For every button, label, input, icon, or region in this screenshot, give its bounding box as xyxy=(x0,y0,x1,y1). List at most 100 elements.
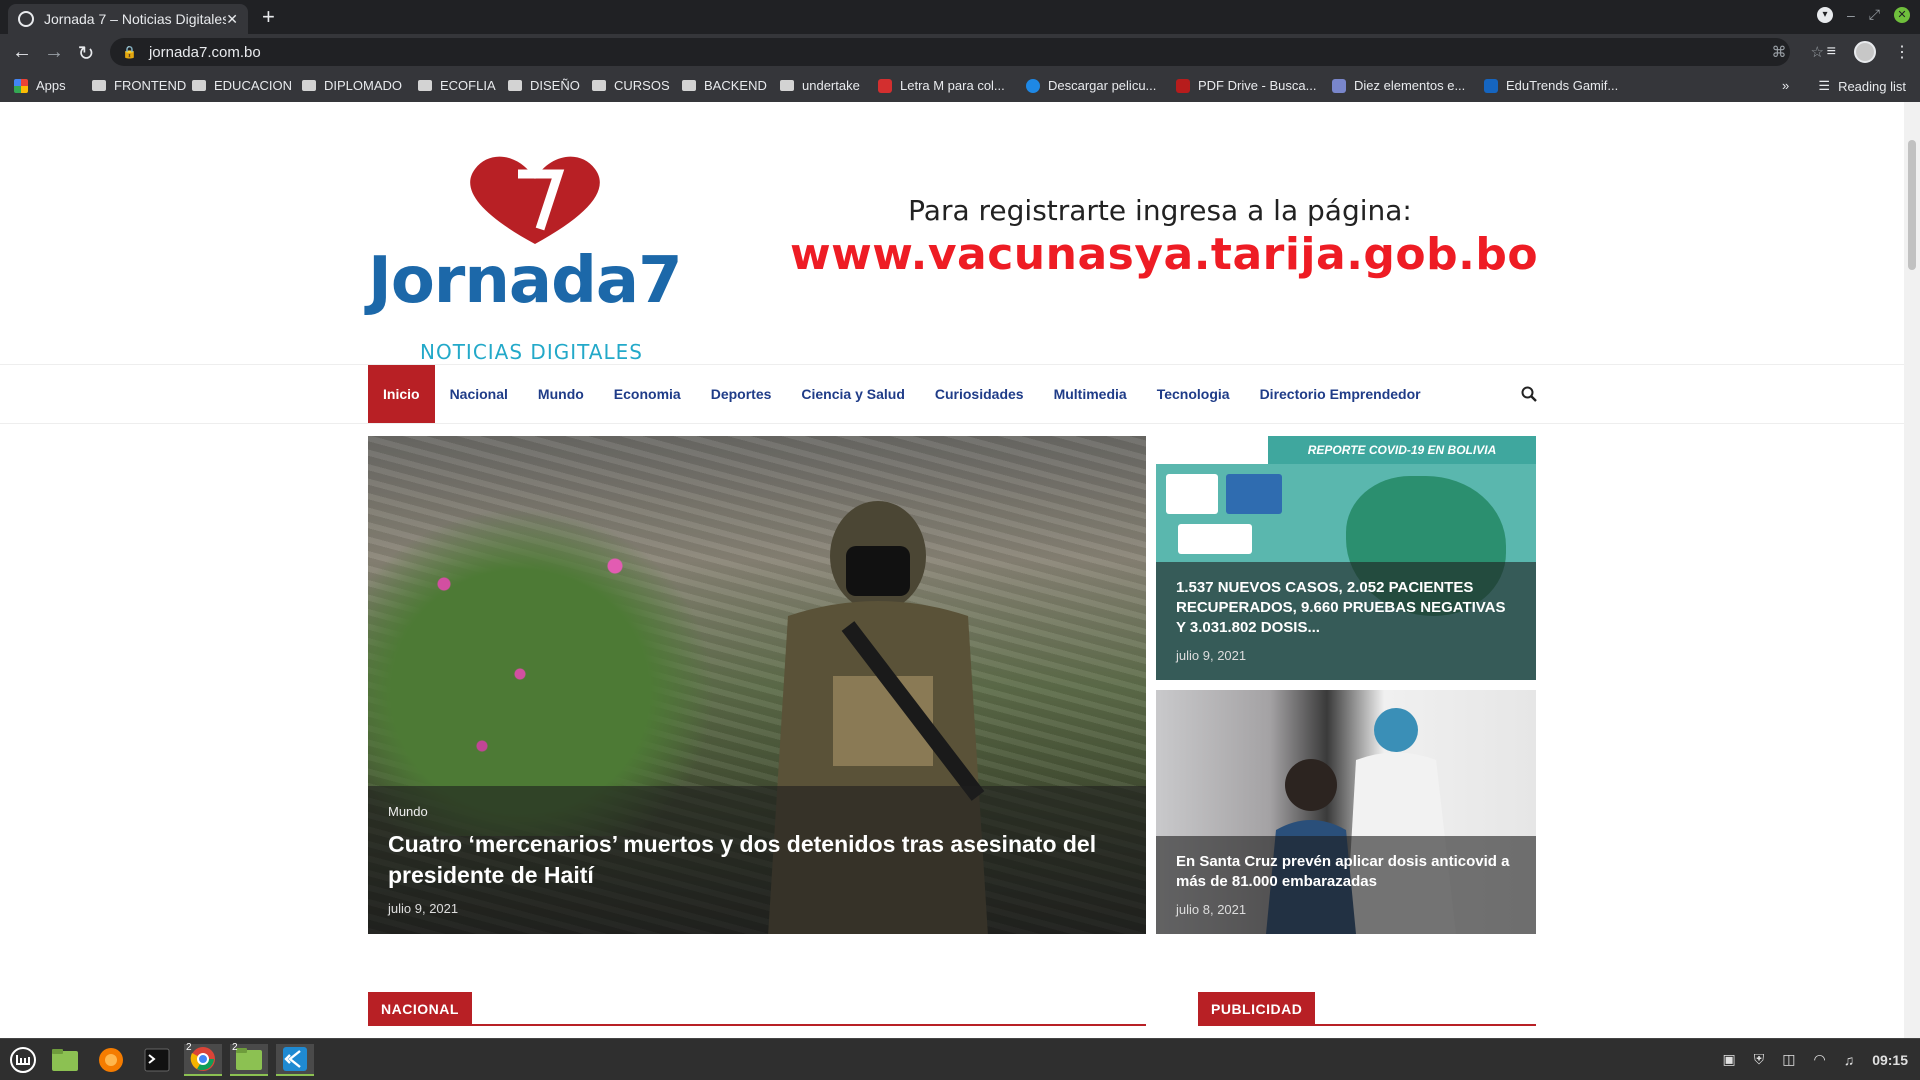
nav-item-inicio[interactable]: Inicio xyxy=(368,365,435,423)
bookmark-folder[interactable]: BACKEND xyxy=(682,78,767,93)
address-bar[interactable]: 🔒 jornada7.com.bo xyxy=(110,38,1790,66)
nav-item-nacional[interactable]: Nacional xyxy=(435,365,523,423)
bookmarks-bar: Apps FRONTEND EDUCACION DIPLOMADO ECOFLI… xyxy=(0,70,1920,102)
search-icon[interactable] xyxy=(1520,385,1538,403)
site-icon xyxy=(1332,78,1346,93)
clipboard-icon[interactable]: ▣ xyxy=(1723,1051,1736,1068)
nav-item-ciencia-y-salud[interactable]: Ciencia y Salud xyxy=(786,365,919,423)
bookmark-site[interactable]: Letra M para col... xyxy=(878,78,1005,93)
tab-title: Jornada 7 – Noticias Digitales xyxy=(44,11,227,27)
browser-tab-strip: Jornada 7 – Noticias Digitales ✕ + ▾ – ⤢… xyxy=(0,0,1920,34)
reading-list-icon: ☰ xyxy=(1818,78,1831,93)
featured-article-side[interactable]: REPORTE COVID-19 EN BOLIVIA 1.537 NUEVOS… xyxy=(1156,436,1536,680)
vscode-icon[interactable] xyxy=(276,1044,314,1076)
tab-close-icon[interactable]: ✕ xyxy=(226,11,238,28)
close-window-icon[interactable]: ✕ xyxy=(1894,6,1910,23)
bookmarks-overflow[interactable]: » xyxy=(1782,78,1789,93)
update-icon[interactable]: ◫ xyxy=(1782,1051,1795,1068)
article-image-foliage xyxy=(368,476,748,836)
forward-arrow-icon[interactable]: → xyxy=(42,41,66,64)
folder-icon xyxy=(682,80,696,91)
tab-search-icon[interactable]: ▾ xyxy=(1817,6,1833,23)
site-icon xyxy=(878,78,892,93)
stat-box xyxy=(1166,474,1218,514)
wifi-icon[interactable]: ◠ xyxy=(1813,1051,1825,1068)
bookmark-folder[interactable]: undertake xyxy=(780,78,860,93)
maximize-icon[interactable]: ⤢ xyxy=(1869,6,1880,23)
bookmark-folder[interactable]: DIPLOMADO xyxy=(302,78,402,93)
stat-box xyxy=(1178,524,1252,554)
folder-icon xyxy=(302,80,316,91)
article-date: julio 9, 2021 xyxy=(388,901,459,916)
article-title[interactable]: En Santa Cruz prevén aplicar dosis antic… xyxy=(1176,852,1516,892)
browser-tab[interactable]: Jornada 7 – Noticias Digitales ✕ xyxy=(8,4,248,34)
section-title[interactable]: NACIONAL xyxy=(368,992,472,1026)
nav-item-multimedia[interactable]: Multimedia xyxy=(1039,365,1142,423)
banner-heading: Para registrarte ingresa a la página: xyxy=(908,194,1412,227)
bookmark-site[interactable]: EduTrends Gamif... xyxy=(1484,78,1618,93)
terminal-icon[interactable] xyxy=(138,1044,176,1076)
nav-item-mundo[interactable]: Mundo xyxy=(523,365,599,423)
logo-heart-icon xyxy=(470,156,600,244)
translate-icon[interactable]: ⌘ xyxy=(1772,43,1787,61)
window-count-badge: 2 xyxy=(186,1042,192,1053)
profile-avatar[interactable] xyxy=(1854,41,1876,63)
article-overlay: Mundo Cuatro ‘mercenarios’ muertos y dos… xyxy=(368,786,1146,934)
kebab-menu-icon[interactable]: ⋮ xyxy=(1894,42,1910,62)
vaccination-banner[interactable]: Para registrarte ingresa a la página: ww… xyxy=(790,194,1539,294)
bookmark-star-icon[interactable]: ☆ xyxy=(1811,43,1824,61)
chrome-icon[interactable]: 2 xyxy=(184,1042,222,1076)
back-arrow-icon[interactable]: ← xyxy=(10,41,34,64)
bookmark-folder[interactable]: EDUCACION xyxy=(192,78,292,93)
site-icon xyxy=(1484,78,1498,93)
minimize-icon[interactable]: – xyxy=(1847,7,1855,23)
nav-item-curiosidades[interactable]: Curiosidades xyxy=(920,365,1039,423)
article-title[interactable]: 1.537 NUEVOS CASOS, 2.052 PACIENTES RECU… xyxy=(1176,578,1516,638)
folder-icon xyxy=(780,80,794,91)
browser-toolbar: ← → ↻ 🔒 jornada7.com.bo ⌘ ☆ ≡ ⋮ xyxy=(0,34,1920,70)
os-taskbar: 2 2 ▣ ⛨ ◫ ◠ ♫ 09:15 xyxy=(0,1038,1920,1080)
article-category[interactable]: Mundo xyxy=(388,804,1126,819)
bookmark-site[interactable]: PDF Drive - Busca... xyxy=(1176,78,1316,93)
scrollbar-thumb[interactable] xyxy=(1908,140,1916,270)
apps-grid-icon xyxy=(14,78,28,93)
mint-menu-icon[interactable] xyxy=(4,1044,42,1076)
shield-icon[interactable]: ⛨ xyxy=(1754,1051,1765,1068)
reading-list-button[interactable]: ☰ Reading list xyxy=(1818,78,1906,94)
bookmark-site[interactable]: Diez elementos e... xyxy=(1332,78,1465,93)
lock-icon: 🔒 xyxy=(122,45,137,59)
article-overlay: 1.537 NUEVOS CASOS, 2.052 PACIENTES RECU… xyxy=(1156,562,1536,680)
folder-icon xyxy=(592,80,606,91)
clock[interactable]: 09:15 xyxy=(1872,1052,1908,1068)
featured-article-side[interactable]: En Santa Cruz prevén aplicar dosis antic… xyxy=(1156,690,1536,934)
page-scrollbar[interactable] xyxy=(1904,102,1920,1038)
section-title: PUBLICIDAD xyxy=(1198,992,1316,1026)
volume-icon[interactable]: ♫ xyxy=(1844,1052,1855,1068)
bookmark-folder[interactable]: ECOFLIA xyxy=(418,78,496,93)
media-queue-icon[interactable]: ≡ xyxy=(1827,43,1836,61)
banner-url: www.vacunasya.tarija.gob.bo xyxy=(790,229,1539,280)
bookmark-apps[interactable]: Apps xyxy=(14,78,66,93)
nav-item-directorio-emprendedor[interactable]: Directorio Emprendedor xyxy=(1245,365,1436,423)
files-icon[interactable] xyxy=(46,1044,84,1076)
logo-wordmark: Jornada7 xyxy=(368,244,683,318)
nav-item-deportes[interactable]: Deportes xyxy=(696,365,787,423)
files-icon[interactable]: 2 xyxy=(230,1042,268,1076)
reload-icon[interactable]: ↻ xyxy=(74,41,98,66)
firefox-icon[interactable] xyxy=(92,1044,130,1076)
new-tab-button[interactable]: + xyxy=(262,4,275,30)
featured-article-main[interactable]: Mundo Cuatro ‘mercenarios’ muertos y dos… xyxy=(368,436,1146,934)
site-logo[interactable]: Jornada7 NOTICIAS DIGITALES xyxy=(368,144,708,364)
bookmark-folder[interactable]: CURSOS xyxy=(592,78,670,93)
bookmark-folder[interactable]: FRONTEND xyxy=(92,78,186,93)
url-text: jornada7.com.bo xyxy=(148,43,261,61)
nav-item-tecnologia[interactable]: Tecnologia xyxy=(1142,365,1245,423)
bookmark-folder[interactable]: DISEÑO xyxy=(508,78,580,93)
site-favicon-icon xyxy=(18,11,34,27)
bookmark-site[interactable]: Descargar pelicu... xyxy=(1026,78,1156,93)
image-header-text: REPORTE COVID-19 EN BOLIVIA xyxy=(1268,436,1536,464)
article-date: julio 9, 2021 xyxy=(1176,648,1247,663)
nav-item-economia[interactable]: Economia xyxy=(599,365,696,423)
window-count-badge: 2 xyxy=(232,1042,238,1053)
article-title[interactable]: Cuatro ‘mercenarios’ muertos y dos deten… xyxy=(388,829,1126,891)
